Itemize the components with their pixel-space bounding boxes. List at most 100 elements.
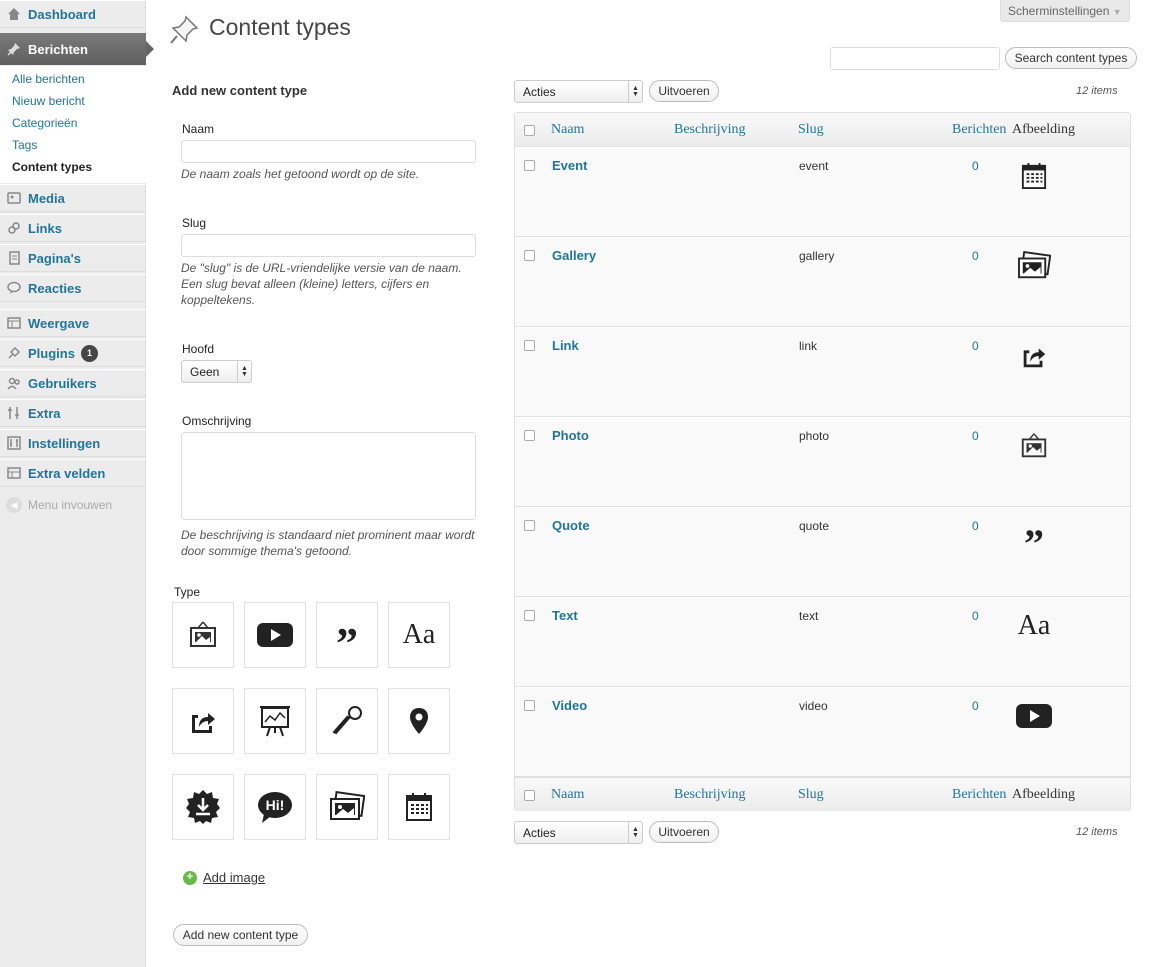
add-content-type-button[interactable]: Add new content type bbox=[173, 924, 308, 946]
row-post-count[interactable]: 0 bbox=[972, 429, 979, 443]
row-post-count[interactable]: 0 bbox=[972, 159, 979, 173]
row-name-link[interactable]: Quote bbox=[552, 518, 590, 533]
menu-media[interactable]: Media bbox=[0, 184, 146, 212]
menu-berichten[interactable]: Berichten bbox=[0, 33, 154, 65]
posts-submenu: Alle berichten Nieuw bericht Categorieën… bbox=[0, 66, 146, 183]
row-name-link[interactable]: Event bbox=[552, 158, 587, 173]
type-quote[interactable]: ” bbox=[316, 602, 378, 668]
slug-field[interactable] bbox=[181, 234, 476, 257]
type-text[interactable]: Aa bbox=[388, 602, 450, 668]
submenu-all-posts[interactable]: Alle berichten bbox=[0, 69, 146, 91]
column-slug[interactable]: Slug bbox=[798, 122, 824, 138]
submenu-categories[interactable]: Categorieën bbox=[0, 113, 146, 135]
type-audio[interactable] bbox=[316, 688, 378, 754]
bulk-actions-select-bottom[interactable]: Acties ▲ ▼ bbox=[514, 821, 643, 844]
submenu-new-post[interactable]: Nieuw bericht bbox=[0, 91, 146, 113]
row-name-link[interactable]: Gallery bbox=[552, 248, 596, 263]
table-row: Gallery gallery 0 bbox=[515, 237, 1130, 327]
name-field[interactable] bbox=[181, 140, 476, 163]
items-count-top: 12 items bbox=[1076, 85, 1118, 97]
table-row: Video video 0 bbox=[515, 687, 1130, 777]
menu-plugins[interactable]: Plugins 1 bbox=[0, 339, 146, 367]
parent-select[interactable]: Geen ▲ ▼ bbox=[181, 360, 252, 383]
description-help: De beschrijving is standaard niet promin… bbox=[181, 528, 475, 558]
column-slug[interactable]: Slug bbox=[798, 787, 824, 803]
select-all-checkbox[interactable] bbox=[524, 125, 535, 136]
link-icon bbox=[1023, 348, 1046, 368]
row-checkbox[interactable] bbox=[524, 430, 535, 441]
column-description[interactable]: Beschrijving bbox=[674, 787, 746, 803]
menu-label: Media bbox=[28, 190, 65, 206]
apply-button-bottom[interactable]: Uitvoeren bbox=[649, 821, 719, 843]
admin-sidebar: Dashboard Berichten Alle berichten Nieuw… bbox=[0, 0, 154, 967]
text-icon: Aa bbox=[1017, 610, 1051, 641]
menu-users[interactable]: Gebruikers bbox=[0, 369, 146, 397]
calendar-icon bbox=[406, 793, 432, 821]
row-slug: quote bbox=[799, 519, 830, 533]
row-checkbox[interactable] bbox=[524, 610, 535, 621]
row-image bbox=[1011, 696, 1057, 736]
row-name-link[interactable]: Text bbox=[552, 608, 578, 623]
menu-label: Gebruikers bbox=[28, 375, 97, 391]
row-name-link[interactable]: Video bbox=[552, 698, 587, 713]
menu-dashboard[interactable]: Dashboard bbox=[0, 0, 146, 28]
row-slug: photo bbox=[799, 429, 830, 443]
chevron-down-icon: ▼ bbox=[1112, 7, 1122, 17]
download-icon bbox=[186, 790, 220, 824]
bulk-actions-select-top[interactable]: Acties ▲ ▼ bbox=[514, 80, 643, 103]
type-link[interactable] bbox=[172, 688, 234, 754]
row-post-count[interactable]: 0 bbox=[972, 519, 979, 533]
collapse-arrow-icon: ◀ bbox=[6, 497, 22, 513]
type-video[interactable] bbox=[244, 602, 306, 668]
type-photo[interactable] bbox=[172, 602, 234, 668]
type-status[interactable]: Hi! bbox=[244, 774, 306, 840]
form-heading: Add new content type bbox=[172, 83, 308, 98]
menu-extra-fields[interactable]: Extra velden bbox=[0, 459, 146, 487]
row-post-count[interactable]: 0 bbox=[972, 699, 979, 713]
row-post-count[interactable]: 0 bbox=[972, 339, 979, 353]
submenu-tags[interactable]: Tags bbox=[0, 135, 146, 157]
menu-settings[interactable]: Instellingen bbox=[0, 429, 146, 457]
search-input[interactable] bbox=[830, 47, 1000, 70]
column-name[interactable]: Naam bbox=[551, 787, 584, 803]
photo-icon bbox=[1021, 433, 1047, 458]
apply-button-top[interactable]: Uitvoeren bbox=[649, 80, 719, 102]
select-all-checkbox-bottom[interactable] bbox=[524, 790, 535, 801]
menu-label: Pagina's bbox=[28, 250, 81, 266]
description-textarea[interactable] bbox=[181, 432, 476, 520]
row-name-link[interactable]: Link bbox=[552, 338, 579, 353]
submenu-content-types[interactable]: Content types bbox=[0, 157, 146, 179]
page-title: Content types bbox=[209, 14, 351, 40]
screen-options-button[interactable]: Scherminstellingen ▼ bbox=[1000, 0, 1130, 22]
menu-comments[interactable]: Reacties bbox=[0, 274, 146, 302]
menu-tools[interactable]: Extra bbox=[0, 399, 146, 427]
row-checkbox[interactable] bbox=[524, 250, 535, 261]
search-button[interactable]: Search content types bbox=[1005, 47, 1137, 69]
collapse-menu-button[interactable]: ◀ Menu invouwen bbox=[6, 497, 112, 513]
type-event[interactable] bbox=[388, 774, 450, 840]
column-name[interactable]: Naam bbox=[551, 122, 584, 138]
row-post-count[interactable]: 0 bbox=[972, 609, 979, 623]
type-download[interactable] bbox=[172, 774, 234, 840]
row-checkbox[interactable] bbox=[524, 700, 535, 711]
comments-icon bbox=[6, 280, 22, 296]
column-posts[interactable]: Berichten bbox=[952, 787, 1008, 803]
type-presentation[interactable] bbox=[244, 688, 306, 754]
links-icon bbox=[6, 220, 22, 236]
menu-links[interactable]: Links bbox=[0, 214, 146, 242]
type-location[interactable] bbox=[388, 688, 450, 754]
column-description[interactable]: Beschrijving bbox=[674, 122, 746, 138]
add-image-link[interactable]: + Add image bbox=[183, 870, 265, 885]
row-name-link[interactable]: Photo bbox=[552, 428, 589, 443]
type-gallery[interactable] bbox=[316, 774, 378, 840]
row-post-count[interactable]: 0 bbox=[972, 249, 979, 263]
table-footer: Naam Beschrijving Slug Berichten Afbeeld… bbox=[515, 777, 1130, 811]
row-checkbox[interactable] bbox=[524, 340, 535, 351]
menu-pages[interactable]: Pagina's bbox=[0, 244, 146, 272]
menu-appearance[interactable]: Weergave bbox=[0, 309, 146, 337]
table-row: Text text 0 Aa bbox=[515, 597, 1130, 687]
column-posts[interactable]: Berichten bbox=[952, 122, 1008, 138]
menu-label: Weergave bbox=[28, 315, 90, 331]
row-checkbox[interactable] bbox=[524, 160, 535, 171]
row-checkbox[interactable] bbox=[524, 520, 535, 531]
